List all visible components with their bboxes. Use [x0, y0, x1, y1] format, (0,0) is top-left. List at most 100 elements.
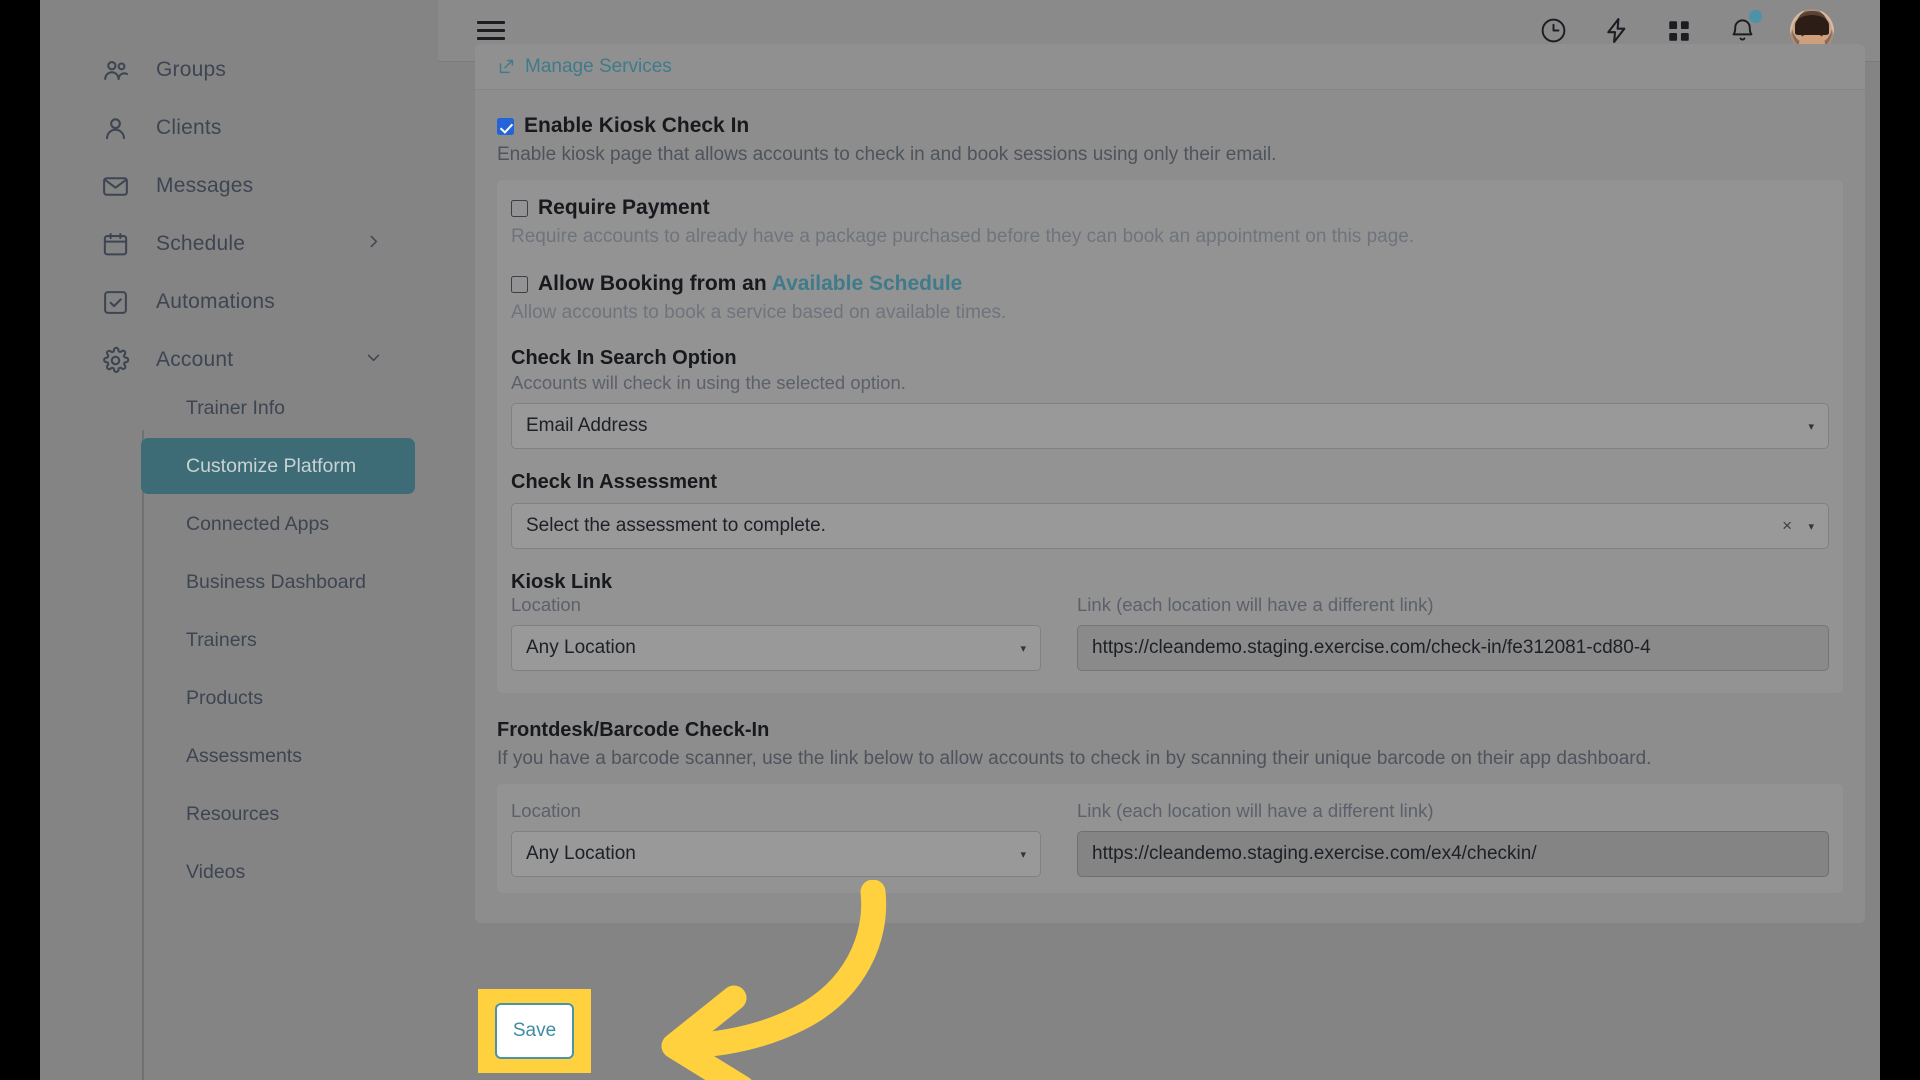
- sidebar-item-label: Messages: [156, 174, 254, 197]
- sidebar-item-groups[interactable]: Groups: [40, 41, 438, 99]
- sidebar-item-label: Groups: [156, 58, 227, 81]
- sidebar-item-trainers[interactable]: Trainers: [141, 612, 415, 668]
- sidebar-item-customize-platform[interactable]: Customize Platform: [141, 438, 415, 494]
- lightning-bolt-icon[interactable]: [1601, 16, 1631, 46]
- manage-services-strip: Manage Services: [475, 44, 1865, 90]
- sidebar-item-trainer-info[interactable]: Trainer Info: [141, 380, 415, 436]
- checkbox-square-icon: [100, 287, 130, 317]
- sidebar-subitem-label: Trainer Info: [186, 396, 285, 419]
- card-body: Enable Kiosk Check In Enable kiosk page …: [475, 90, 1865, 923]
- check-in-search-option-block: Check In Search Option Accounts will che…: [511, 347, 1829, 450]
- frontdesk-location-value: Any Location: [526, 843, 636, 865]
- sidebar-item-videos[interactable]: Videos: [141, 844, 415, 900]
- sidebar-item-assessments[interactable]: Assessments: [141, 728, 415, 784]
- letterbox-right: [1880, 0, 1920, 1080]
- kiosk-link-label: Kiosk Link: [511, 571, 613, 594]
- sidebar-subitem-label: Connected Apps: [186, 512, 330, 535]
- envelope-icon: [100, 171, 130, 201]
- require-payment-description: Require accounts to already have a packa…: [511, 225, 1415, 247]
- sidebar-subitem-label: Videos: [186, 860, 246, 883]
- grid-apps-icon[interactable]: [1664, 16, 1694, 46]
- sidebar-item-clients[interactable]: Clients: [40, 99, 438, 157]
- available-schedule-link[interactable]: Available Schedule: [772, 272, 963, 295]
- sidebar-item-schedule[interactable]: Schedule: [40, 215, 438, 273]
- check-in-search-option-value: Email Address: [526, 415, 648, 437]
- check-in-assessment-select[interactable]: Select the assessment to complete. × ▾: [511, 503, 1829, 550]
- screenshot-root: Groups Clients Messages Schedule Automat…: [0, 0, 1920, 1080]
- enable-kiosk-check-in-row: Enable Kiosk Check In: [497, 114, 1843, 138]
- frontdesk-barcode-section: Frontdesk/Barcode Check-In If you have a…: [497, 719, 1843, 894]
- bell-icon[interactable]: [1727, 9, 1762, 46]
- sidebar-subitem-label: Products: [186, 686, 263, 709]
- sidebar-item-resources[interactable]: Resources: [141, 786, 415, 842]
- chevron-down-icon: ▾: [1020, 642, 1026, 655]
- hamburger-menu-icon[interactable]: [477, 16, 505, 45]
- sidebar-subitem-label: Assessments: [186, 744, 302, 767]
- calendar-icon: [100, 229, 130, 259]
- groups-icon: [100, 55, 130, 85]
- chevron-down-icon: [365, 348, 382, 372]
- check-in-search-option-sublabel: Accounts will check in using the selecte…: [511, 372, 906, 394]
- save-button-container: Save: [478, 989, 591, 1073]
- frontdesk-link-value: https://cleandemo.staging.exercise.com/e…: [1092, 843, 1537, 865]
- frontdesk-description: If you have a barcode scanner, use the l…: [497, 748, 1652, 770]
- check-in-search-option-select[interactable]: Email Address ▾: [511, 403, 1829, 450]
- require-payment-label: Require Payment: [538, 195, 710, 219]
- sidebar-item-business-dashboard[interactable]: Business Dashboard: [141, 554, 415, 610]
- require-payment-checkbox[interactable]: [511, 199, 528, 217]
- sidebar-subitem-label: Trainers: [186, 628, 257, 651]
- frontdesk-location-label: Location: [511, 800, 581, 822]
- chevron-down-icon: ▾: [1808, 420, 1814, 433]
- clock-icon[interactable]: [1538, 16, 1568, 46]
- allow-booking-checkbox[interactable]: [511, 275, 528, 293]
- kiosk-link-field-label: Link (each location will have a differen…: [1077, 594, 1434, 616]
- kiosk-location-select[interactable]: Any Location ▾: [511, 625, 1041, 672]
- sidebar-item-connected-apps[interactable]: Connected Apps: [141, 496, 415, 552]
- sidebar-item-products[interactable]: Products: [141, 670, 415, 726]
- sidebar-navigation: Groups Clients Messages Schedule Automat…: [40, 0, 438, 1080]
- sidebar-item-label: Schedule: [156, 232, 246, 255]
- sidebar-item-label: Automations: [156, 290, 275, 313]
- sidebar-subitem-label: Customize Platform: [186, 454, 357, 477]
- chevron-down-icon: ▾: [1020, 848, 1026, 861]
- sidebar-scroll-area: Groups Clients Messages Schedule Automat…: [40, 0, 438, 1080]
- kiosk-settings-subcard: Require Payment Require accounts to alre…: [497, 179, 1843, 694]
- kiosk-link-value: https://cleandemo.staging.exercise.com/c…: [1092, 637, 1651, 659]
- enable-kiosk-check-in-checkbox[interactable]: [497, 118, 514, 135]
- allow-booking-description: Allow accounts to book a service based o…: [511, 301, 1007, 323]
- kiosk-location-label: Location: [511, 594, 581, 616]
- sidebar-item-messages[interactable]: Messages: [40, 157, 438, 215]
- sidebar-item-automations[interactable]: Automations: [40, 273, 438, 331]
- letterbox-left: [0, 0, 40, 1080]
- kiosk-link-input[interactable]: https://cleandemo.staging.exercise.com/c…: [1077, 625, 1829, 672]
- sidebar-subitem-label: Business Dashboard: [186, 570, 366, 593]
- enable-kiosk-check-in-description: Enable kiosk page that allows accounts t…: [497, 144, 1277, 166]
- frontdesk-subcard: Location Any Location ▾ Link (each locat…: [497, 784, 1843, 894]
- application-window: Groups Clients Messages Schedule Automat…: [40, 0, 1880, 1080]
- require-payment-block: Require Payment Require accounts to alre…: [511, 196, 1829, 250]
- allow-booking-label-text: Allow Booking from an: [538, 271, 772, 295]
- frontdesk-title: Frontdesk/Barcode Check-In: [497, 719, 770, 742]
- customize-platform-card: Manage Services Enable Kiosk Check In En…: [475, 44, 1865, 924]
- gear-icon: [100, 345, 130, 375]
- save-button[interactable]: Save: [495, 1003, 574, 1059]
- sidebar-item-label: Account: [156, 348, 234, 371]
- check-in-assessment-label: Check In Assessment: [511, 471, 718, 494]
- check-in-assessment-block: Check In Assessment Select the assessmen…: [511, 471, 1829, 550]
- manage-services-link[interactable]: Manage Services: [525, 56, 672, 78]
- frontdesk-link-input[interactable]: https://cleandemo.staging.exercise.com/e…: [1077, 831, 1829, 878]
- kiosk-location-value: Any Location: [526, 637, 636, 659]
- check-in-assessment-placeholder: Select the assessment to complete.: [526, 515, 826, 537]
- external-link-icon: [497, 57, 516, 76]
- allow-booking-block: Allow Booking from an Available Schedule…: [511, 272, 1829, 326]
- chevron-down-icon: ▾: [1808, 520, 1814, 533]
- allow-booking-label: Allow Booking from an Available Schedule: [538, 272, 962, 296]
- user-icon: [100, 113, 130, 143]
- frontdesk-location-select[interactable]: Any Location ▾: [511, 831, 1041, 878]
- clear-x-icon[interactable]: ×: [1782, 516, 1792, 536]
- main-content-area: Manage Services Enable Kiosk Check In En…: [438, 44, 1880, 1080]
- sidebar-subitem-label: Resources: [186, 802, 280, 825]
- frontdesk-link-field-label: Link (each location will have a differen…: [1077, 800, 1434, 822]
- check-in-search-option-label: Check In Search Option: [511, 347, 737, 370]
